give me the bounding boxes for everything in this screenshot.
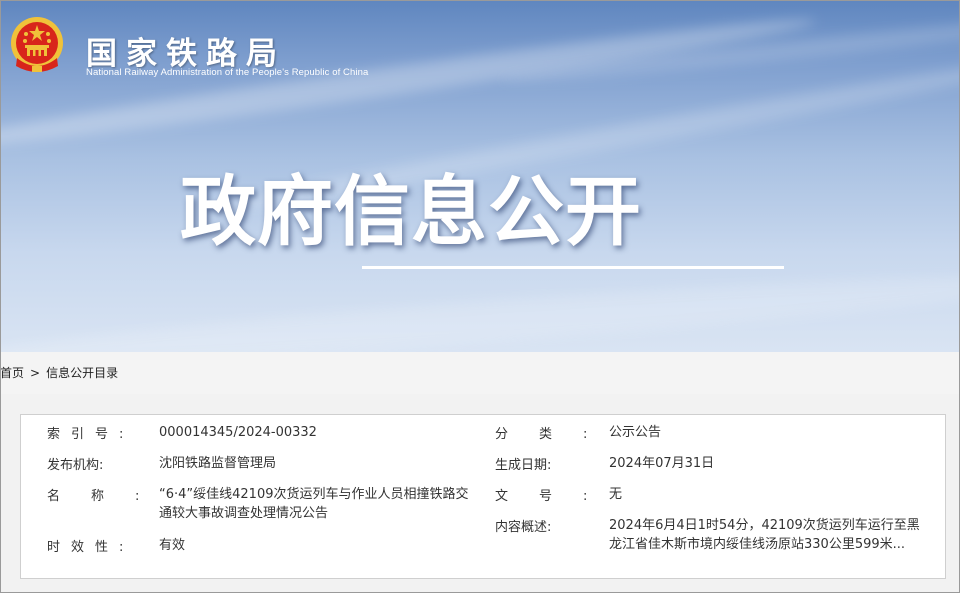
banner-title: 政府信息公开 xyxy=(180,167,642,256)
org-name-en: National Railway Administration of the P… xyxy=(86,67,369,78)
breadcrumb-home-link[interactable]: 首页 xyxy=(0,366,24,380)
name-value: “6·4”绥佳线42109次货运列车与作业人员相撞铁路交通较大事故调查处理情况公… xyxy=(159,487,469,521)
validity-value: 有效 xyxy=(159,538,186,553)
breadcrumb-current-link[interactable]: 信息公开目录 xyxy=(46,366,118,380)
index-value: 000014345/2024-00332 xyxy=(159,425,317,440)
publisher-label: 发布机构: xyxy=(47,458,104,473)
national-emblem-icon[interactable] xyxy=(8,14,66,80)
publisher-value: 沈阳铁路监督管理局 xyxy=(159,456,277,471)
category-value: 公示公告 xyxy=(609,425,662,440)
document-info-table: 索引号: 000014345/2024-00332 发布机构: 沈阳铁路监督管理… xyxy=(20,414,946,579)
category-label: 分类: xyxy=(495,427,619,442)
page-banner: 国家铁路局 National Railway Administration of… xyxy=(0,0,960,352)
summary-label: 内容概述: xyxy=(495,520,552,535)
name-label: 名称: xyxy=(47,489,171,504)
docno-label: 文号: xyxy=(495,489,619,504)
breadcrumb: 首页 > 信息公开目录 xyxy=(0,352,960,394)
date-label: 生成日期: xyxy=(495,458,552,473)
date-value: 2024年07月31日 xyxy=(609,456,715,471)
validity-label: 时效性: xyxy=(47,540,135,555)
index-label: 索引号: xyxy=(47,427,135,442)
title-underline xyxy=(362,266,784,269)
breadcrumb-separator: > xyxy=(30,366,41,380)
summary-value: 2024年6月4日1时54分，42109次货运列车运行至黑龙江省佳木斯市境内绥佳… xyxy=(609,518,920,552)
docno-value: 无 xyxy=(609,487,623,502)
